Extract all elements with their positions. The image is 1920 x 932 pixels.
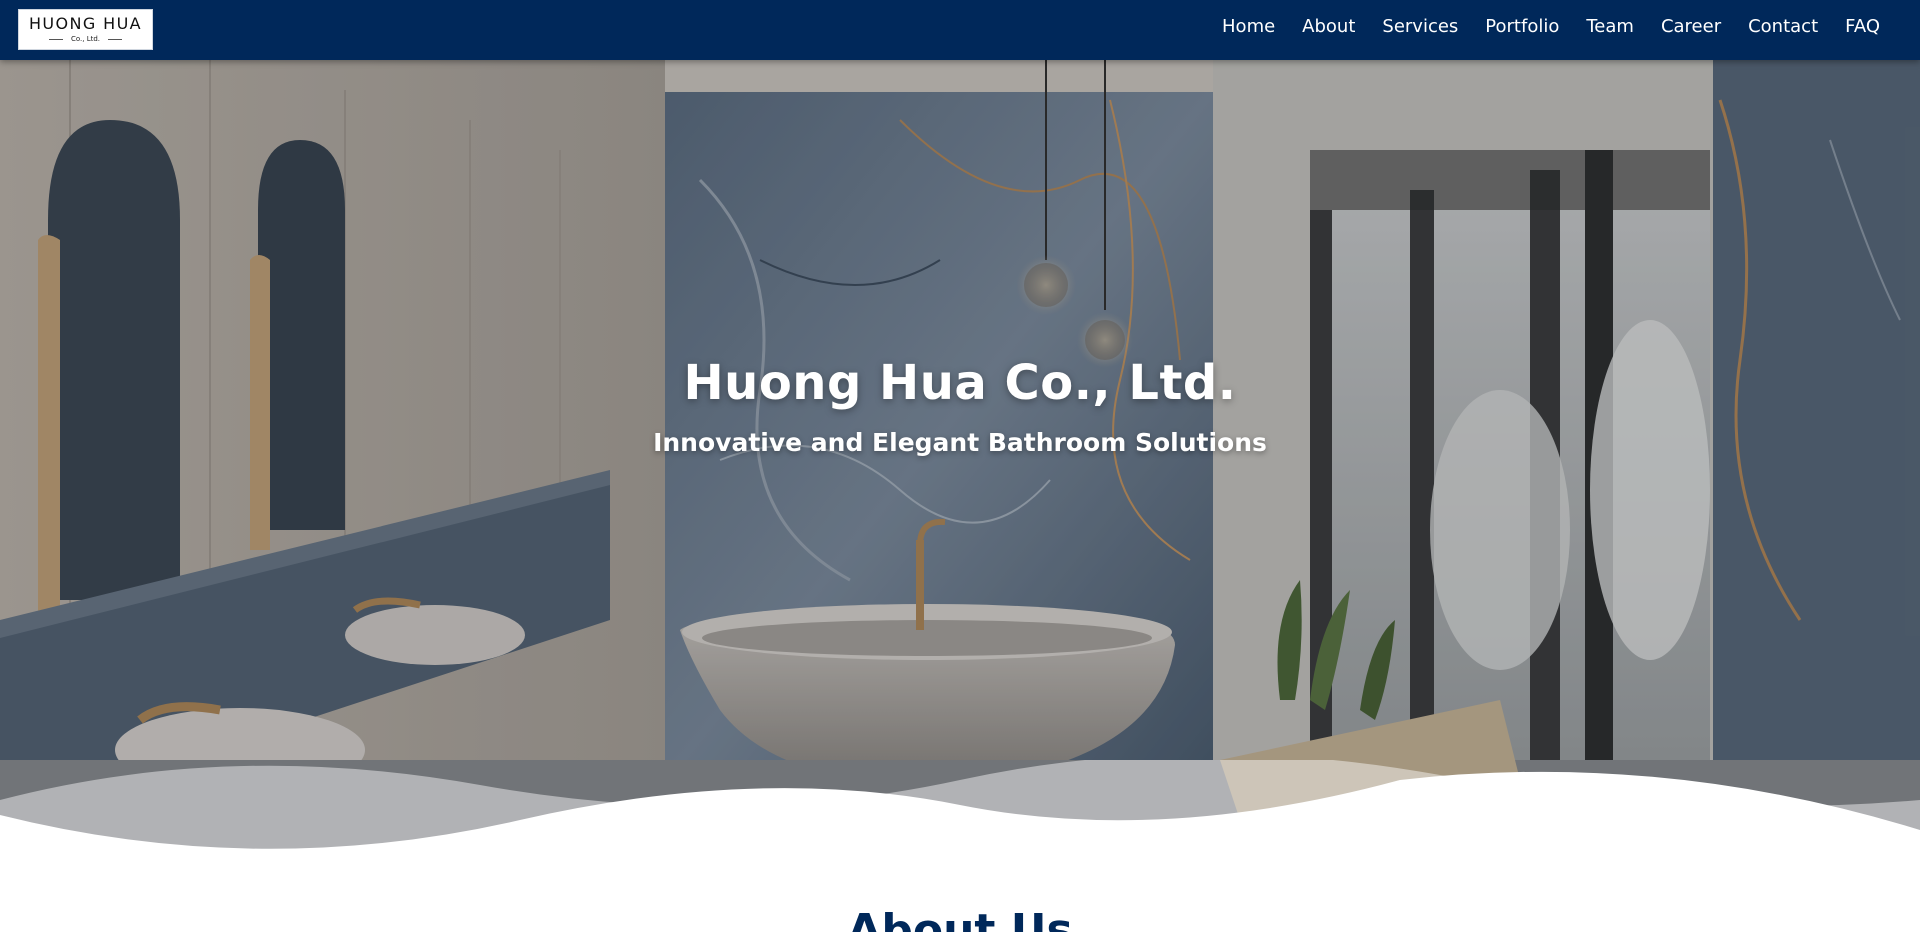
nav-link-services[interactable]: Services	[1369, 16, 1472, 37]
about-section-heading: About Us	[847, 905, 1073, 932]
logo-subtext: Co., Ltd.	[70, 35, 101, 43]
nav-link-about[interactable]: About	[1289, 16, 1369, 37]
nav-link-contact[interactable]: Contact	[1735, 16, 1832, 37]
top-navbar: HUONG HUA Co., Ltd. Home About Services …	[0, 0, 1920, 60]
logo-divider-left	[48, 38, 63, 40]
logo-subline: Co., Ltd.	[48, 35, 123, 43]
hero-section: Huong Hua Co., Ltd. Innovative and Elega…	[0, 60, 1920, 850]
logo-wordmark: HUONG HUA	[28, 14, 143, 33]
nav-menu: Home About Services Portfolio Team Caree…	[1209, 0, 1880, 52]
nav-link-home[interactable]: Home	[1209, 16, 1289, 37]
nav-link-faq[interactable]: FAQ	[1832, 16, 1880, 37]
company-logo[interactable]: HUONG HUA Co., Ltd.	[18, 9, 153, 50]
nav-link-team[interactable]: Team	[1573, 16, 1648, 37]
hero-title: Huong Hua Co., Ltd.	[683, 355, 1237, 411]
logo-divider-right	[108, 38, 123, 40]
nav-link-portfolio[interactable]: Portfolio	[1472, 16, 1573, 37]
nav-link-career[interactable]: Career	[1647, 16, 1734, 37]
hero-wave-divider	[0, 760, 1920, 860]
hero-subtitle: Innovative and Elegant Bathroom Solution…	[653, 428, 1267, 457]
